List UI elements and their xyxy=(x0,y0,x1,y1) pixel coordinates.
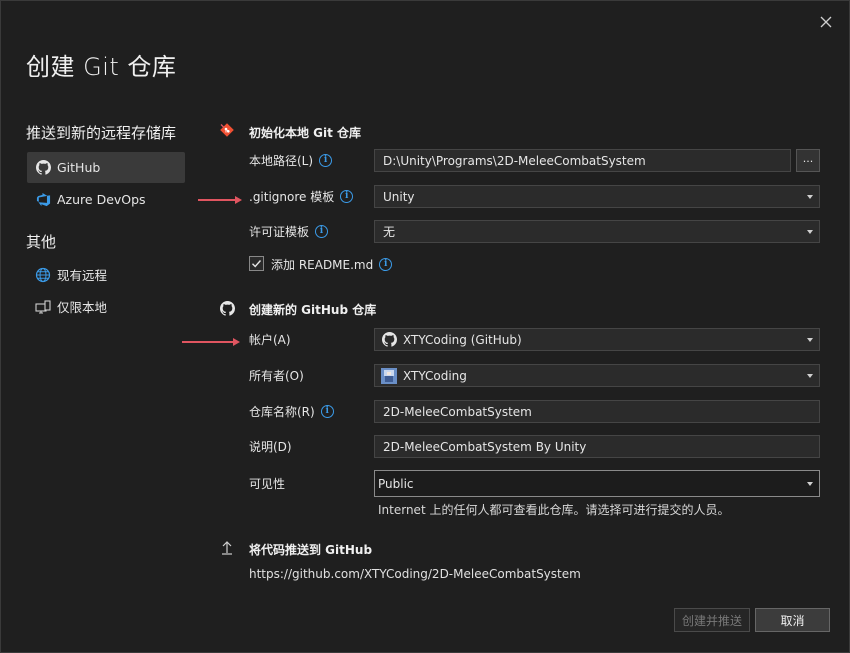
cancel-button[interactable]: 取消 xyxy=(755,608,830,632)
sidebar-item-github[interactable]: GitHub xyxy=(27,152,185,183)
sidebar-item-existing-remote[interactable]: 现有远程 xyxy=(27,259,185,290)
owner-select[interactable]: XTYCoding xyxy=(374,364,820,387)
local-path-label: 本地路径(L) xyxy=(249,153,314,168)
globe-icon xyxy=(35,267,51,283)
repo-name-input[interactable]: 2D-MeleeCombatSystem xyxy=(374,400,820,423)
browse-button[interactable]: ... xyxy=(796,149,820,172)
description-label-row: 说明(D) xyxy=(249,435,292,457)
sidebar-heading-push: 推送到新的远程存储库 xyxy=(26,124,177,142)
owner-label-row: 所有者(O) xyxy=(249,364,304,386)
sidebar-item-label: 仅限本地 xyxy=(57,300,108,315)
description-value: 2D-MeleeCombatSystem By Unity xyxy=(383,439,587,454)
chevron-down-icon xyxy=(807,230,813,234)
sidebar-item-local-only[interactable]: 仅限本地 xyxy=(27,291,185,322)
license-label-row: 许可证模板 i xyxy=(249,220,329,242)
github-icon xyxy=(381,332,397,348)
info-icon[interactable]: i xyxy=(340,189,354,203)
license-value: 无 xyxy=(383,225,396,239)
section-heading-push: 将代码推送到 GitHub xyxy=(249,543,373,557)
visibility-hint: Internet 上的任何人都可查看此仓库。请选择可进行提交的人员。 xyxy=(378,503,730,517)
dialog-title: 创建 Git 仓库 xyxy=(26,53,177,81)
close-button[interactable] xyxy=(816,12,836,32)
visibility-label-row: 可见性 xyxy=(249,472,285,494)
gitignore-value: Unity xyxy=(383,189,415,204)
repo-name-label: 仓库名称(R) xyxy=(249,404,315,419)
visibility-select[interactable]: Public xyxy=(374,470,820,497)
info-icon[interactable]: i xyxy=(315,224,329,238)
repo-name-value: 2D-MeleeCombatSystem xyxy=(383,404,532,419)
visibility-value: Public xyxy=(378,476,414,491)
license-label: 许可证模板 xyxy=(249,224,310,239)
gitignore-label-row: .gitignore 模板 i xyxy=(249,185,354,207)
account-label: 帐户(A) xyxy=(249,332,291,347)
owner-value: XTYCoding xyxy=(403,368,467,383)
account-label-row: 帐户(A) xyxy=(249,328,291,350)
description-input[interactable]: 2D-MeleeCombatSystem By Unity xyxy=(374,435,820,458)
annotation-arrow xyxy=(198,196,242,204)
local-computer-icon xyxy=(35,299,51,315)
readme-checkbox[interactable] xyxy=(249,256,264,271)
checkmark-icon xyxy=(252,260,262,268)
git-icon xyxy=(218,121,236,139)
gitignore-select[interactable]: Unity xyxy=(374,185,820,208)
sidebar-item-label: GitHub xyxy=(57,160,101,175)
create-and-push-button[interactable]: 创建并推送 xyxy=(674,608,750,632)
account-value: XTYCoding (GitHub) xyxy=(403,332,522,347)
sidebar-item-label: 现有远程 xyxy=(57,268,108,283)
account-select[interactable]: XTYCoding (GitHub) xyxy=(374,328,820,351)
section-heading-local: 初始化本地 Git 仓库 xyxy=(249,126,362,140)
chevron-down-icon xyxy=(807,482,813,486)
info-icon[interactable]: i xyxy=(320,404,334,418)
github-icon xyxy=(218,299,236,317)
annotation-arrow xyxy=(182,338,240,346)
sidebar-item-azure-devops[interactable]: Azure DevOps xyxy=(27,184,185,215)
local-path-value: D:\Unity\Programs\2D-MeleeCombatSystem xyxy=(383,153,646,168)
chevron-down-icon xyxy=(807,195,813,199)
push-arrow-icon xyxy=(218,538,236,556)
avatar xyxy=(381,367,397,384)
license-select[interactable]: 无 xyxy=(374,220,820,243)
info-icon[interactable]: i xyxy=(379,257,393,271)
chevron-down-icon xyxy=(807,374,813,378)
repo-url: https://github.com/XTYCoding/2D-MeleeCom… xyxy=(249,567,581,581)
visibility-label: 可见性 xyxy=(249,476,286,491)
sidebar-item-label: Azure DevOps xyxy=(57,192,146,207)
close-icon xyxy=(820,16,832,28)
owner-label: 所有者(O) xyxy=(249,368,304,383)
repo-name-label-row: 仓库名称(R) i xyxy=(249,400,334,422)
sidebar-heading-other: 其他 xyxy=(26,233,57,251)
readme-label: 添加 README.md xyxy=(271,257,374,272)
github-icon xyxy=(35,160,51,176)
gitignore-label: .gitignore 模板 xyxy=(249,189,335,204)
local-path-input[interactable]: D:\Unity\Programs\2D-MeleeCombatSystem xyxy=(374,149,791,172)
info-icon[interactable]: i xyxy=(319,153,333,167)
azure-devops-icon xyxy=(35,192,51,208)
chevron-down-icon xyxy=(807,338,813,342)
section-heading-github: 创建新的 GitHub 仓库 xyxy=(249,303,377,317)
local-path-label-row: 本地路径(L) i xyxy=(249,149,333,171)
readme-label-row: 添加 README.md i xyxy=(271,253,393,275)
description-label: 说明(D) xyxy=(249,439,292,454)
create-git-repo-dialog: 创建 Git 仓库 推送到新的远程存储库 GitHub Azure DevOps… xyxy=(0,0,850,653)
